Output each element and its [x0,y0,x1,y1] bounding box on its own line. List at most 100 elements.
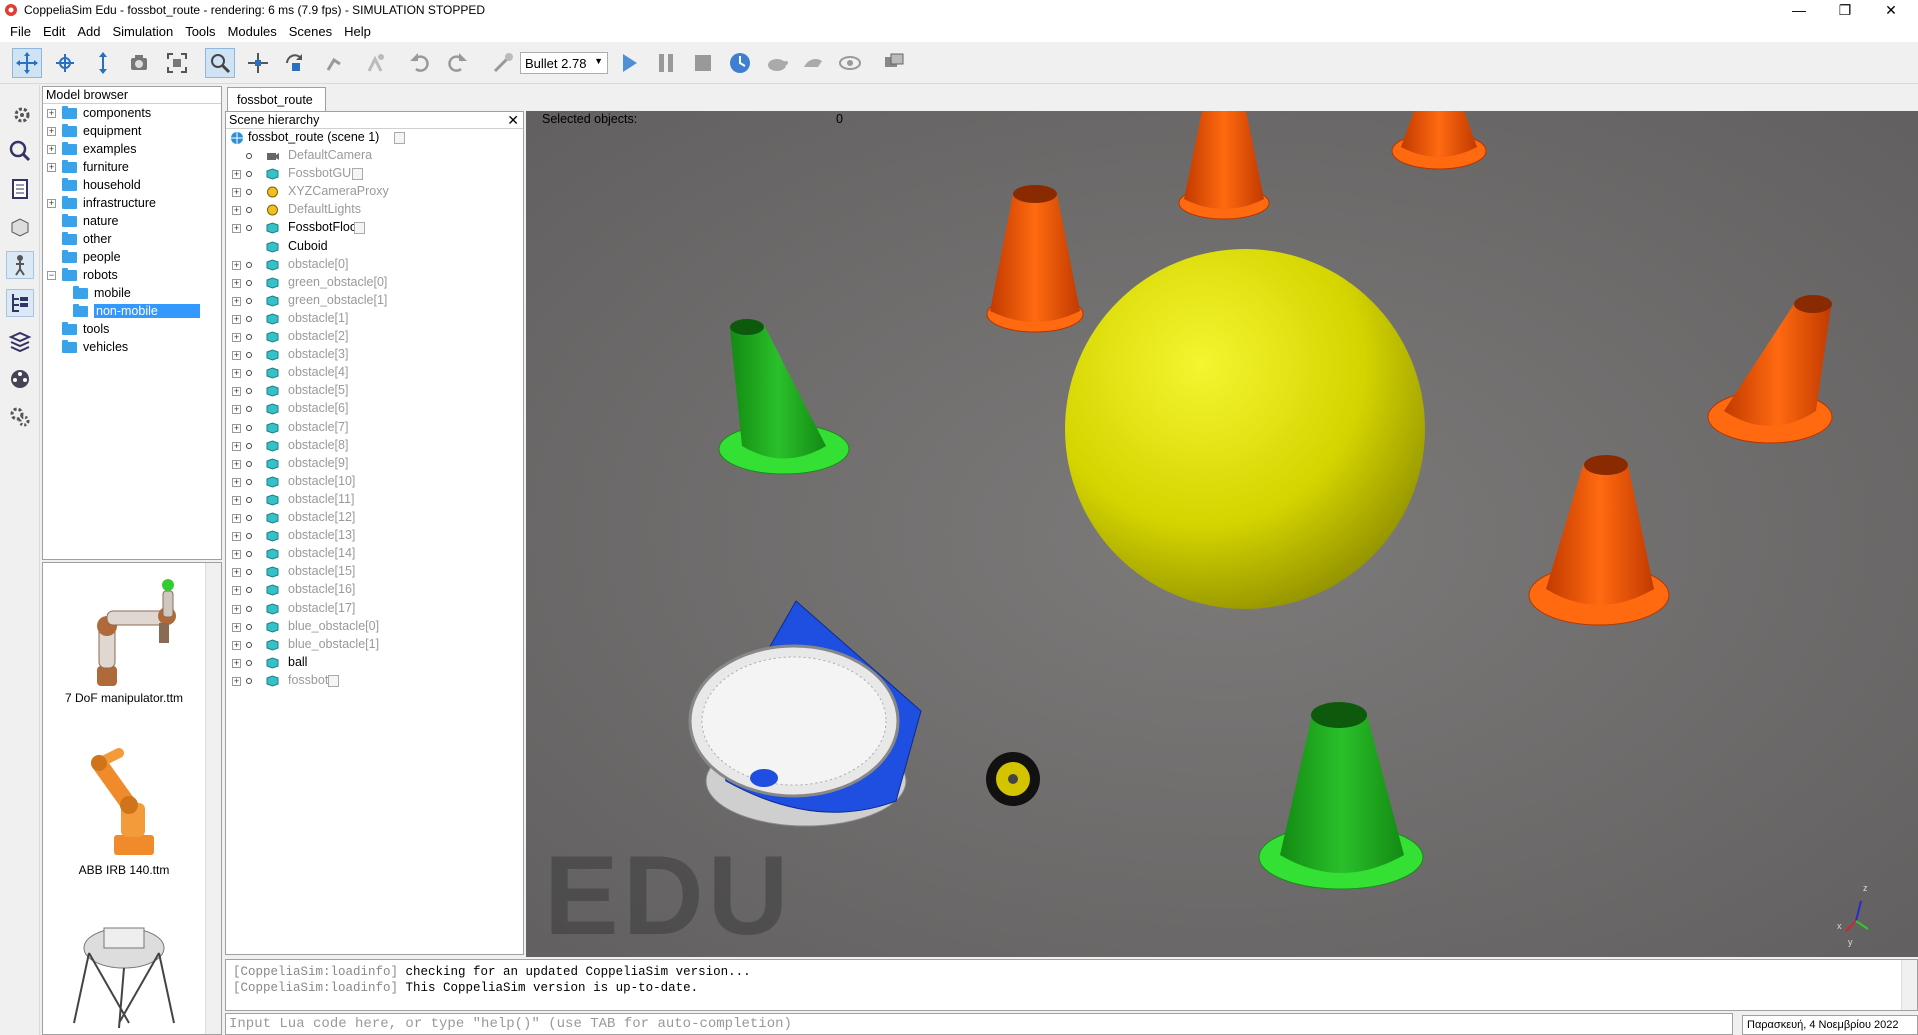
expand-icon[interactable]: + [47,162,56,172]
expand-icon[interactable]: + [232,333,241,342]
model-folder-tools[interactable]: tools [43,320,221,338]
visibility-icon[interactable] [246,587,252,594]
expand-icon[interactable]: + [47,144,56,154]
transfer-dna-button[interactable] [360,48,390,78]
visibility-icon[interactable] [246,315,252,322]
scene-view-button[interactable] [879,48,909,78]
lua-command-input[interactable]: Input Lua code here, or type "help()" (u… [225,1013,1733,1035]
collapse-icon[interactable]: − [47,270,56,280]
expand-icon[interactable]: + [232,387,241,397]
model-folder-other[interactable]: other [43,230,221,248]
expand-icon[interactable]: + [232,550,241,560]
scene-object-obstacle17[interactable]: + obstacle[17] [226,600,523,618]
camera-angle-button[interactable] [124,48,154,78]
visibility-icon[interactable] [246,533,252,540]
expand-icon[interactable]: + [232,423,241,433]
visibility-icon[interactable] [246,442,252,449]
expand-icon[interactable]: + [232,278,241,288]
pause-simulation-button[interactable] [651,48,681,78]
zoom-button[interactable] [6,137,34,165]
visibility-icon[interactable] [246,460,252,467]
scene-object-obstacle14[interactable]: + obstacle[14] [226,545,523,563]
expand-icon[interactable]: + [232,405,241,415]
visibility-icon[interactable] [246,496,252,503]
scene-object-obstacle13[interactable]: + obstacle[13] [226,527,523,545]
layers-button[interactable] [6,327,34,355]
menu-simulation[interactable]: Simulation [107,24,180,39]
expand-icon[interactable]: + [232,604,241,614]
stop-simulation-button[interactable] [688,48,718,78]
expand-icon[interactable]: + [232,568,241,578]
shape-edit-button[interactable] [6,213,34,241]
expand-icon[interactable]: + [232,170,241,180]
scene-object-obstacle8[interactable]: + obstacle[8] [226,437,523,455]
menu-scenes[interactable]: Scenes [283,24,338,39]
model-thumbnail[interactable] [43,913,205,1033]
video-recorder-button[interactable] [6,365,34,393]
maximize-button[interactable]: ❐ [1822,0,1868,20]
scene-object-ball[interactable]: + ball [226,654,523,672]
model-thumbnail[interactable]: 7 DoF manipulator.ttm [43,571,205,705]
minimize-button[interactable]: — [1776,0,1822,20]
scene-object-obstacle15[interactable]: + obstacle[15] [226,563,523,581]
visibility-icon[interactable] [246,189,252,196]
scene-object-obstacle5[interactable]: + obstacle[5] [226,382,523,400]
visibility-icon[interactable] [246,569,252,576]
thumbnails-scrollbar[interactable] [205,563,221,1034]
visibility-icon[interactable] [246,424,252,431]
scene-object-obstacle16[interactable]: + obstacle[16] [226,581,523,599]
scene-object-obstacle0[interactable]: + obstacle[0] [226,256,523,274]
close-icon[interactable]: ✕ [507,112,519,128]
scene-object-obstacle11[interactable]: + obstacle[11] [226,491,523,509]
user-settings-button[interactable] [6,403,34,431]
start-simulation-button[interactable] [614,48,644,78]
scene-root[interactable]: fossbot_route (scene 1) [226,129,523,147]
model-browser-toggle-button[interactable] [6,251,34,279]
menu-file[interactable]: File [4,24,37,39]
scene-object-green-obstacle1[interactable]: + green_obstacle[1] [226,292,523,310]
scene-object-obstacle10[interactable]: + obstacle[10] [226,473,523,491]
model-folder-examples[interactable]: + examples [43,140,221,158]
visibility-icon[interactable] [246,623,252,630]
expand-icon[interactable]: + [232,314,241,324]
visibility-icon[interactable] [246,279,252,286]
model-folder-components[interactable]: + components [43,104,221,122]
scene-viewport[interactable]: Selected objects: 0 EDU z x y [526,111,1918,957]
scene-object-green-obstacle0[interactable]: + green_obstacle[0] [226,274,523,292]
real-time-button[interactable] [725,48,755,78]
visibility-icon[interactable] [246,153,252,159]
click-select-button[interactable] [205,48,235,78]
expand-icon[interactable]: + [232,658,241,668]
scene-object-blue-obstacle0[interactable]: + blue_obstacle[0] [226,618,523,636]
expand-icon[interactable]: + [232,477,241,487]
close-button[interactable]: ✕ [1868,0,1914,20]
model-folder-robots[interactable]: − robots [43,266,221,284]
scene-object-Cuboid[interactable]: Cuboid [226,238,523,256]
script-icon[interactable] [394,132,405,144]
scene-object-DefaultLights[interactable]: + DefaultLights [226,201,523,219]
visibility-icon[interactable] [246,478,252,485]
scene-object-obstacle3[interactable]: + obstacle[3] [226,346,523,364]
visibility-icon[interactable] [246,605,252,612]
console-scrollbar[interactable] [1901,960,1917,1010]
expand-icon[interactable]: + [47,198,56,208]
scene-object-FossbotFloor[interactable]: + FossbotFloor [226,219,523,237]
scene-object-FossbotGUI[interactable]: + FossbotGUI [226,165,523,183]
physics-engine-select[interactable]: Bullet 2.78 ▼ [520,52,608,74]
scene-object-obstacle2[interactable]: + obstacle[2] [226,328,523,346]
model-folder-furniture[interactable]: + furniture [43,158,221,176]
visibility-icon[interactable] [246,388,252,395]
expand-icon[interactable]: + [232,296,241,306]
visibility-icon[interactable] [246,297,252,304]
expand-icon[interactable]: + [232,224,241,234]
visibility-icon[interactable] [246,171,252,178]
model-folder-infrastructure[interactable]: + infrastructure [43,194,221,212]
expand-icon[interactable]: + [232,495,241,505]
expand-icon[interactable]: + [232,622,241,632]
scene-hierarchy-toggle-button[interactable] [6,289,34,317]
scene-object-obstacle1[interactable]: + obstacle[1] [226,310,523,328]
model-folder-household[interactable]: household [43,176,221,194]
visibility-icon[interactable] [246,207,252,214]
visibility-icon[interactable] [246,659,252,666]
undo-button[interactable] [405,48,435,78]
